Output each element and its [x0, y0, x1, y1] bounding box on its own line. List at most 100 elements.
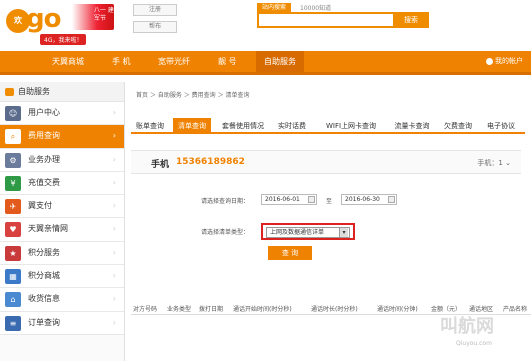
column-header: 通话时间(分钟)	[377, 306, 418, 313]
points-icon: ★	[5, 245, 21, 261]
family-icon: ♥	[5, 222, 21, 238]
chevron-right-icon: ›	[112, 201, 116, 211]
sidebar-item-label: 业务办理	[28, 154, 60, 164]
hot-search-word[interactable]: 10000知道	[300, 3, 331, 12]
highlight-box: 上网及数据通信详单 ▾	[261, 223, 355, 240]
sidebar-item-shipping-info[interactable]: ⌂ 收货信息 ›	[0, 288, 124, 312]
sidebar-item-recharge[interactable]: ¥ 充值交费 ›	[0, 171, 124, 196]
sidebar-item-label: 订单查询	[28, 317, 60, 327]
column-header: 产品名称	[503, 306, 528, 313]
search-button-label: 搜索	[404, 16, 418, 24]
tab-arrears[interactable]: 欠费查询	[439, 118, 477, 134]
sidebar-item-label: 费用查询	[28, 131, 60, 141]
phone-bar: 手机 15366189862 手机：1 ⌄	[131, 150, 521, 174]
type-label: 请选择清单类型：	[201, 229, 250, 236]
nav-item-broadband[interactable]: 宽带光纤	[158, 51, 190, 72]
phone-label: 手机	[151, 160, 170, 170]
chevron-down-icon: ⌄	[505, 159, 511, 167]
tab-e-agreement[interactable]: 电子协议	[481, 118, 521, 134]
self-service-icon	[5, 88, 14, 96]
tab-realtime-fee[interactable]: 实时话费	[273, 118, 311, 134]
tab-package-usage[interactable]: 套餐使用情况	[217, 118, 269, 134]
sidebar-item-label: 用户中心	[28, 108, 60, 117]
sidebar-item-label: 积分服务	[28, 247, 60, 257]
tab-wifi-card[interactable]: WIFI上网卡查询	[317, 118, 385, 134]
my-account-label: 我的帐户	[495, 57, 523, 65]
query-form: 请选择查询日期： 2016-06-01 至 2016-06-30 请选择清单类型…	[131, 194, 521, 264]
sidebar: 自助服务 ☺ 用户中心 › ⌕ 费用查询 › ⚙ 业务办理 › ¥ 充值交费 ›…	[0, 82, 125, 361]
column-header: 通话开始时间(时分秒)	[233, 306, 292, 313]
user-icon	[486, 57, 493, 65]
date-from-input[interactable]: 2016-06-01	[261, 194, 317, 205]
date-label: 请选择查询日期：	[201, 198, 250, 205]
gear-icon: ⚙	[5, 152, 21, 168]
detail-type-value: 上网及数据通信详单	[270, 229, 325, 236]
nav-item-phone[interactable]: 手 机	[112, 51, 131, 72]
help-link[interactable]: 帮布	[133, 21, 177, 33]
phone-count-toggle[interactable]: 手机：1 ⌄	[477, 158, 511, 168]
sidebar-item-label: 天翼亲情网	[28, 224, 68, 234]
tab-detail-query[interactable]: 清单查询	[173, 118, 211, 134]
sidebar-item-label: 收货信息	[28, 294, 60, 304]
tab-data-card[interactable]: 流量卡查询	[389, 118, 435, 134]
column-header: 拨打日期	[199, 306, 224, 313]
sidebar-title: 自助服务	[18, 87, 50, 96]
sidebar-item-points-mall[interactable]: ▦ 积分商城 ›	[0, 265, 124, 289]
sidebar-item-points-service[interactable]: ★ 积分服务 ›	[0, 241, 124, 266]
search-input[interactable]	[257, 12, 395, 28]
watermark: 叫航网	[440, 316, 494, 337]
tab-bill-query[interactable]: 账单查询	[131, 118, 169, 134]
chevron-right-icon: ›	[112, 294, 116, 304]
calendar-icon[interactable]	[308, 196, 315, 203]
sidebar-item-label: 充值交费	[28, 177, 60, 187]
4g-badge[interactable]: 4G，我来啦！	[40, 34, 87, 45]
calendar-icon[interactable]	[388, 196, 395, 203]
top-header: 欢 go 八一 建军节 4G，我来啦！ 注册 帮布 站内搜索 10000知道 搜…	[0, 0, 531, 48]
sidebar-item-label: 积分商城	[28, 271, 60, 281]
register-link[interactable]: 注册	[133, 4, 177, 16]
breadcrumb[interactable]: 首页 ＞ 自助服务 ＞ 费用查询 ＞ 清单查询	[136, 90, 249, 99]
detail-type-select[interactable]: 上网及数据通信详单 ▾	[266, 227, 350, 238]
date-to-input[interactable]: 2016-06-30	[341, 194, 397, 205]
chevron-right-icon: ›	[112, 247, 116, 257]
user-icon: ☺	[5, 106, 21, 121]
yuan-icon: ¥	[5, 175, 21, 191]
sidebar-item-family-net[interactable]: ♥ 天翼亲情网 ›	[0, 218, 124, 242]
search-icon: ⌕	[5, 129, 21, 145]
order-icon: ≡	[5, 315, 21, 331]
address-icon: ⌂	[5, 292, 21, 308]
sidebar-item-order-query[interactable]: ≡ 订单查询 ›	[0, 311, 124, 335]
chevron-right-icon: ›	[112, 131, 116, 141]
my-account-link[interactable]: 我的帐户	[486, 51, 523, 72]
pay-icon: ✈	[5, 199, 21, 215]
date-to-label: 至	[326, 198, 333, 205]
chevron-right-icon: ›	[112, 108, 116, 117]
date-to-value: 2016-06-30	[345, 196, 380, 203]
date-from-value: 2016-06-01	[265, 196, 300, 203]
phone-count: 手机：1	[477, 159, 503, 167]
promo-banner[interactable]: 八一 建军节	[72, 4, 114, 30]
chevron-right-icon: ›	[112, 177, 116, 187]
chevron-right-icon: ›	[112, 154, 116, 164]
chevron-right-icon: ›	[112, 271, 116, 281]
sidebar-item-fee-query[interactable]: ⌕ 费用查询 ›	[0, 125, 124, 149]
search-scope-tab[interactable]: 站内搜索	[257, 3, 291, 12]
search-button[interactable]: 搜索	[393, 12, 429, 28]
column-header: 对方号码	[133, 306, 158, 313]
column-header: 通话时长(时分秒)	[311, 306, 358, 313]
sidebar-item-label: 翼支付	[28, 201, 52, 211]
sidebar-item-wing-pay[interactable]: ✈ 翼支付 ›	[0, 195, 124, 219]
watermark-url: Qiuyou.com	[456, 340, 492, 347]
sidebar-item-user-center[interactable]: ☺ 用户中心 ›	[0, 102, 124, 126]
nav-item-mall[interactable]: 天翼商城	[52, 51, 84, 72]
query-tabs: 账单查询 清单查询 套餐使用情况 实时话费 WIFI上网卡查询 流量卡查询 欠费…	[131, 118, 525, 134]
query-button[interactable]: 查 询	[268, 246, 312, 260]
nav-item-self-service[interactable]: 自助服务	[256, 51, 304, 72]
main-nav: 天翼商城 手 机 宽带光纤 靓 号 自助服务 我的帐户	[0, 51, 531, 75]
sidebar-item-business[interactable]: ⚙ 业务办理 ›	[0, 148, 124, 172]
nav-item-number[interactable]: 靓 号	[218, 51, 237, 72]
sidebar-header: 自助服务	[0, 82, 124, 102]
column-header: 业务类型	[167, 306, 192, 313]
chevron-right-icon: ›	[112, 224, 116, 234]
dropdown-arrow-icon[interactable]: ▾	[339, 228, 348, 237]
